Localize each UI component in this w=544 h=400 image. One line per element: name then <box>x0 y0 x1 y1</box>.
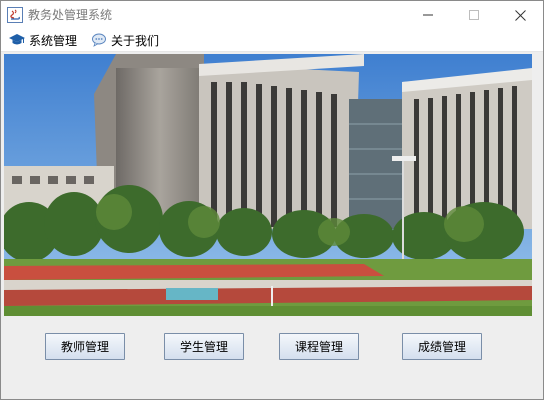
title-bar: 教务处管理系统 <box>1 1 543 29</box>
minimize-button[interactable] <box>405 1 451 29</box>
campus-illustration <box>4 54 532 316</box>
window-title: 教务处管理系统 <box>28 8 113 22</box>
minimize-icon <box>423 14 433 16</box>
course-management-button[interactable]: 课程管理 <box>279 333 359 360</box>
close-button[interactable] <box>497 1 543 29</box>
java-app-icon <box>7 7 23 23</box>
campus-building-photo <box>4 54 532 316</box>
graduation-cap-icon <box>9 34 25 45</box>
menu-bar: 系统管理 关于我们 <box>1 29 543 52</box>
menu-about-us[interactable]: 关于我们 <box>91 29 159 51</box>
grade-management-button[interactable]: 成绩管理 <box>402 333 482 360</box>
maximize-icon <box>469 10 479 20</box>
teacher-management-button[interactable]: 教师管理 <box>45 333 125 360</box>
chat-icon <box>92 33 106 47</box>
menu-label: 系统管理 <box>29 33 78 48</box>
menu-system-management[interactable]: 系统管理 <box>9 29 77 51</box>
student-management-button[interactable]: 学生管理 <box>164 333 244 360</box>
maximize-button[interactable] <box>451 1 497 29</box>
app-window: 教务处管理系统 系统管理 关于我们 教师管理 学生管理 课程管理 成绩管理 <box>0 0 544 400</box>
menu-label: 关于我们 <box>111 33 160 48</box>
close-icon <box>514 9 526 21</box>
